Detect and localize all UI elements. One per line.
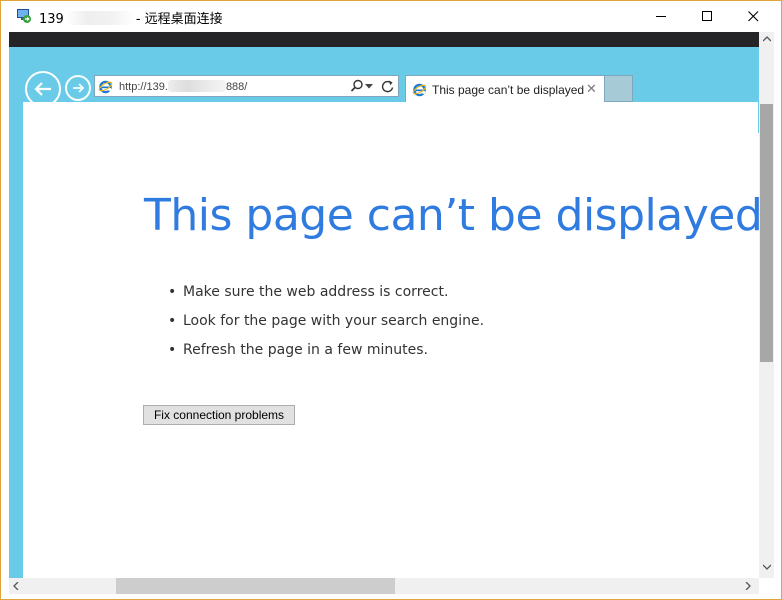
vertical-scrollbar[interactable] bbox=[759, 32, 774, 578]
refresh-icon[interactable] bbox=[381, 79, 394, 93]
remote-desktop-window: 139- 远程桌面连接 http://139. 888/ This page c… bbox=[0, 0, 782, 600]
window-title: 139- 远程桌面连接 bbox=[39, 11, 223, 27]
tab-title: This page can’t be displayed bbox=[432, 83, 585, 97]
search-icon[interactable] bbox=[350, 79, 364, 93]
ie-logo-icon bbox=[412, 83, 427, 97]
suggestion-list: Make sure the web address is correct. Lo… bbox=[168, 284, 484, 371]
forward-arrow-icon bbox=[73, 83, 84, 93]
scroll-up-icon[interactable] bbox=[763, 36, 771, 42]
remote-taskbar bbox=[9, 32, 767, 47]
dropdown-icon[interactable] bbox=[365, 84, 373, 89]
vertical-scroll-thumb[interactable] bbox=[760, 104, 773, 362]
left-chrome-strip bbox=[9, 133, 23, 578]
fix-connection-button[interactable]: Fix connection problems bbox=[143, 405, 295, 425]
tab-close-icon[interactable]: ✕ bbox=[586, 82, 597, 97]
maximize-icon bbox=[702, 11, 712, 21]
address-bar[interactable]: http://139. 888/ bbox=[94, 75, 399, 97]
remote-session[interactable]: http://139. 888/ This page can’t be displ… bbox=[9, 32, 774, 594]
new-tab-button[interactable] bbox=[605, 75, 633, 102]
minimize-button[interactable] bbox=[638, 1, 684, 32]
url-text[interactable]: http://139. 888/ bbox=[119, 80, 247, 93]
list-item: Look for the page with your search engin… bbox=[168, 313, 484, 342]
remote-desktop-icon bbox=[17, 9, 31, 23]
scroll-down-icon[interactable] bbox=[763, 564, 771, 570]
scroll-right-icon[interactable] bbox=[745, 582, 751, 590]
maximize-button[interactable] bbox=[684, 1, 730, 32]
error-page: This page can’t be displayed Make sure t… bbox=[23, 102, 763, 578]
minimize-icon bbox=[656, 16, 666, 17]
back-arrow-icon bbox=[34, 82, 51, 96]
horizontal-scroll-thumb[interactable] bbox=[116, 578, 395, 594]
forward-button[interactable] bbox=[65, 75, 91, 101]
title-bar[interactable]: 139- 远程桌面连接 bbox=[1, 1, 781, 32]
scroll-left-icon[interactable] bbox=[13, 582, 19, 590]
redacted-url bbox=[167, 80, 226, 92]
list-item: Refresh the page in a few minutes. bbox=[168, 342, 484, 371]
horizontal-scrollbar[interactable] bbox=[9, 578, 759, 594]
close-icon bbox=[748, 11, 759, 22]
list-item: Make sure the web address is correct. bbox=[168, 284, 484, 313]
error-heading: This page can’t be displayed bbox=[144, 190, 763, 241]
tab-current[interactable]: This page can’t be displayed ✕ bbox=[405, 75, 605, 103]
ie-logo-icon bbox=[98, 80, 113, 94]
close-button[interactable] bbox=[730, 1, 776, 32]
redacted-ip bbox=[64, 11, 135, 25]
